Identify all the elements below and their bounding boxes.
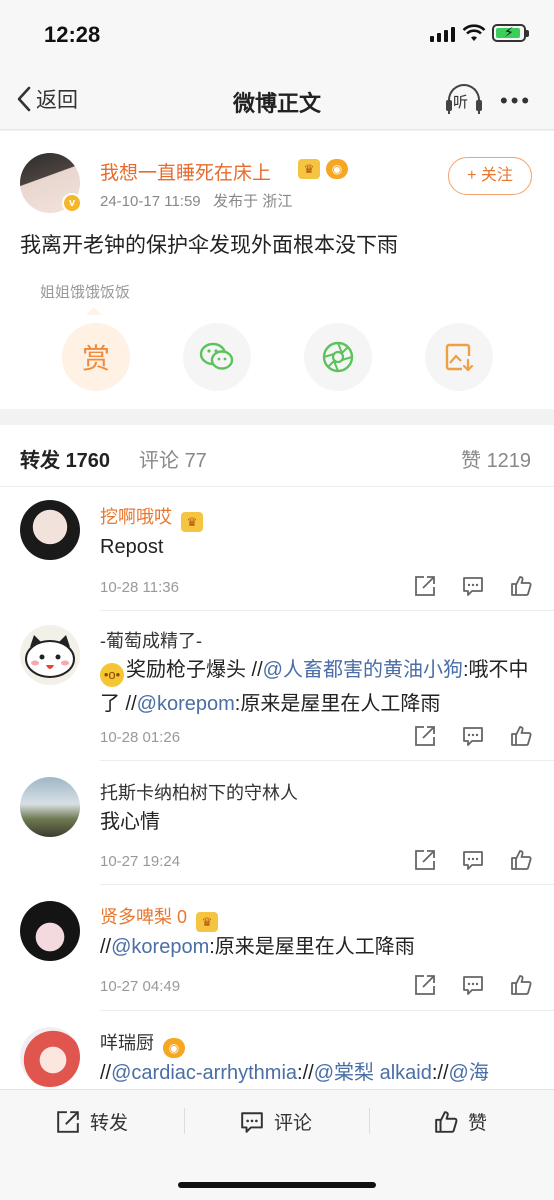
- save-image-icon: [445, 343, 474, 372]
- reward-button[interactable]: 赏: [62, 323, 130, 391]
- listen-button[interactable]: 听: [446, 84, 482, 116]
- like-icon[interactable]: [510, 974, 532, 996]
- repost-text: //@korepom:原来是屋里在人工降雨: [100, 936, 415, 958]
- user-avatar[interactable]: [20, 1027, 80, 1087]
- crown-badge-icon: ♛: [298, 159, 320, 179]
- repost-time: 10-28 11:36: [100, 579, 179, 596]
- list-item: 托斯卡纳柏树下的守林人 我心情 10-27 19:24: [0, 761, 554, 885]
- list-item: 咩瑞厨 ◉ //@cardiac-arrhythmia://@棠梨 alkaid…: [0, 1011, 554, 1089]
- verified-badge-icon: v: [62, 193, 82, 213]
- comment-button[interactable]: 评论: [240, 1108, 312, 1135]
- reward-label: 赏: [81, 343, 110, 374]
- author-badges: ♛ ◉: [298, 159, 348, 179]
- share-moments-button[interactable]: [304, 323, 372, 391]
- repost-time: 10-27 19:24: [100, 853, 181, 870]
- repost-button-label: 转发: [90, 1113, 129, 1134]
- reward-tag: 姐姐饿饿饭饭: [40, 284, 131, 301]
- cellular-signal-icon: [430, 27, 455, 42]
- comment-icon[interactable]: [462, 725, 484, 747]
- repost-text: Repost: [100, 536, 164, 558]
- save-image-button[interactable]: [425, 323, 493, 391]
- cartoon-face-icon: [25, 635, 75, 678]
- post-location: 发布于 浙江: [213, 193, 293, 210]
- repost-time: 10-28 01:26: [100, 729, 181, 746]
- list-item: 贤多啤梨 0 ♛ //@korepom:原来是屋里在人工降雨 10-27 04:…: [0, 885, 554, 1011]
- fish-badge-icon: ◉: [326, 159, 348, 179]
- surprised-emoji-icon: •o•: [100, 663, 124, 687]
- comment-icon[interactable]: [462, 974, 484, 996]
- repost-list: 挖啊哦哎 ♛ Repost 10-28 11:36 -葡萄成精了- •o• 奖励枪…: [0, 487, 554, 1089]
- wechat-icon: [199, 342, 234, 370]
- mention-link[interactable]: @korepom: [111, 936, 209, 958]
- share-icon[interactable]: [414, 725, 436, 747]
- share-wechat-button[interactable]: [183, 323, 251, 391]
- home-indicator[interactable]: [178, 1182, 376, 1188]
- like-icon: [435, 1110, 458, 1133]
- mention-link[interactable]: @棠梨 alkaid: [314, 1062, 432, 1084]
- list-item: -葡萄成精了- •o• 奖励枪子爆头 //@人畜都害的黄油小狗:哦不中了 //@k…: [0, 611, 554, 761]
- wifi-icon: [462, 24, 486, 47]
- repost-button[interactable]: 转发: [56, 1108, 128, 1135]
- user-avatar[interactable]: [20, 500, 80, 560]
- like-icon[interactable]: [510, 725, 532, 747]
- share-icon: [57, 1110, 79, 1133]
- repost-text: 我心情: [100, 811, 160, 833]
- status-bar: 12:28 ⚡: [0, 0, 554, 70]
- repost-time: 10-27 04:49: [100, 978, 181, 995]
- comment-icon[interactable]: [462, 849, 484, 871]
- comment-icon: [241, 1111, 263, 1133]
- user-avatar[interactable]: [20, 777, 80, 837]
- tab-comments[interactable]: 评论 77: [139, 444, 207, 473]
- like-button-label: 赞: [468, 1113, 488, 1134]
- tab-likes[interactable]: 赞 1219: [461, 444, 531, 473]
- crown-badge-icon: ♛: [196, 912, 219, 932]
- status-time: 12:28: [44, 22, 101, 47]
- post-timestamp: 24-10-17 11:59: [100, 193, 201, 210]
- user-avatar[interactable]: [20, 625, 80, 685]
- row-actions: [414, 974, 532, 996]
- battery-icon: ⚡: [492, 24, 529, 42]
- share-icon[interactable]: [414, 974, 436, 996]
- post-text: 我离开老钟的保护伞发现外面根本没下雨: [20, 234, 398, 257]
- like-button[interactable]: 赞: [434, 1108, 487, 1135]
- list-item: 挖啊哦哎 ♛ Repost 10-28 11:36: [0, 487, 554, 611]
- moments-aperture-icon: [322, 341, 354, 373]
- author-name[interactable]: 我想一直睡死在床上: [100, 158, 271, 185]
- like-icon[interactable]: [510, 575, 532, 597]
- interaction-tabs: 转发 1760 评论 77 赞 1219: [0, 425, 554, 487]
- nav-bar: 返回 微博正文 听 •••: [0, 70, 554, 130]
- user-name[interactable]: 贤多啤梨 0 ♛: [100, 903, 219, 932]
- like-icon[interactable]: [510, 849, 532, 871]
- mention-link[interactable]: @人畜都害的黄油小狗: [263, 659, 463, 681]
- crown-badge-icon: ♛: [181, 512, 204, 532]
- fish-badge-icon: ◉: [163, 1038, 186, 1058]
- bottom-action-bar: 转发 评论 赞: [0, 1089, 554, 1200]
- row-actions: [414, 725, 532, 747]
- repost-text: •o• 奖励枪子爆头 //@人畜都害的黄油小狗:哦不中了 //@korepom:原…: [100, 659, 529, 715]
- mention-link[interactable]: @海: [449, 1062, 489, 1084]
- mention-link[interactable]: @korepom: [137, 693, 235, 715]
- comment-button-label: 评论: [274, 1113, 313, 1134]
- share-icon[interactable]: [414, 575, 436, 597]
- post-meta: 24-10-17 11:59 发布于 浙江: [100, 190, 292, 211]
- follow-button[interactable]: + 关注: [448, 157, 532, 195]
- user-avatar[interactable]: [20, 901, 80, 961]
- more-options-button[interactable]: •••: [500, 88, 532, 114]
- row-actions: [414, 575, 532, 597]
- user-name[interactable]: -葡萄成精了-: [100, 627, 202, 653]
- mention-link[interactable]: @cardiac-arrhythmia: [111, 1062, 297, 1084]
- user-name[interactable]: 咩瑞厨 ◉: [100, 1029, 186, 1058]
- user-name[interactable]: 挖啊哦哎 ♛: [100, 503, 204, 532]
- post-card: v 我想一直睡死在床上 ♛ ◉ 24-10-17 11:59 发布于 浙江 + …: [0, 131, 554, 409]
- row-actions: [414, 849, 532, 871]
- listen-label: 听: [453, 94, 469, 111]
- user-name[interactable]: 托斯卡纳柏树下的守林人: [100, 779, 298, 805]
- share-icon[interactable]: [414, 849, 436, 871]
- tab-reposts[interactable]: 转发 1760: [20, 444, 110, 473]
- repost-text: //@cardiac-arrhythmia://@棠梨 alkaid://@海: [100, 1062, 489, 1084]
- comment-icon[interactable]: [462, 575, 484, 597]
